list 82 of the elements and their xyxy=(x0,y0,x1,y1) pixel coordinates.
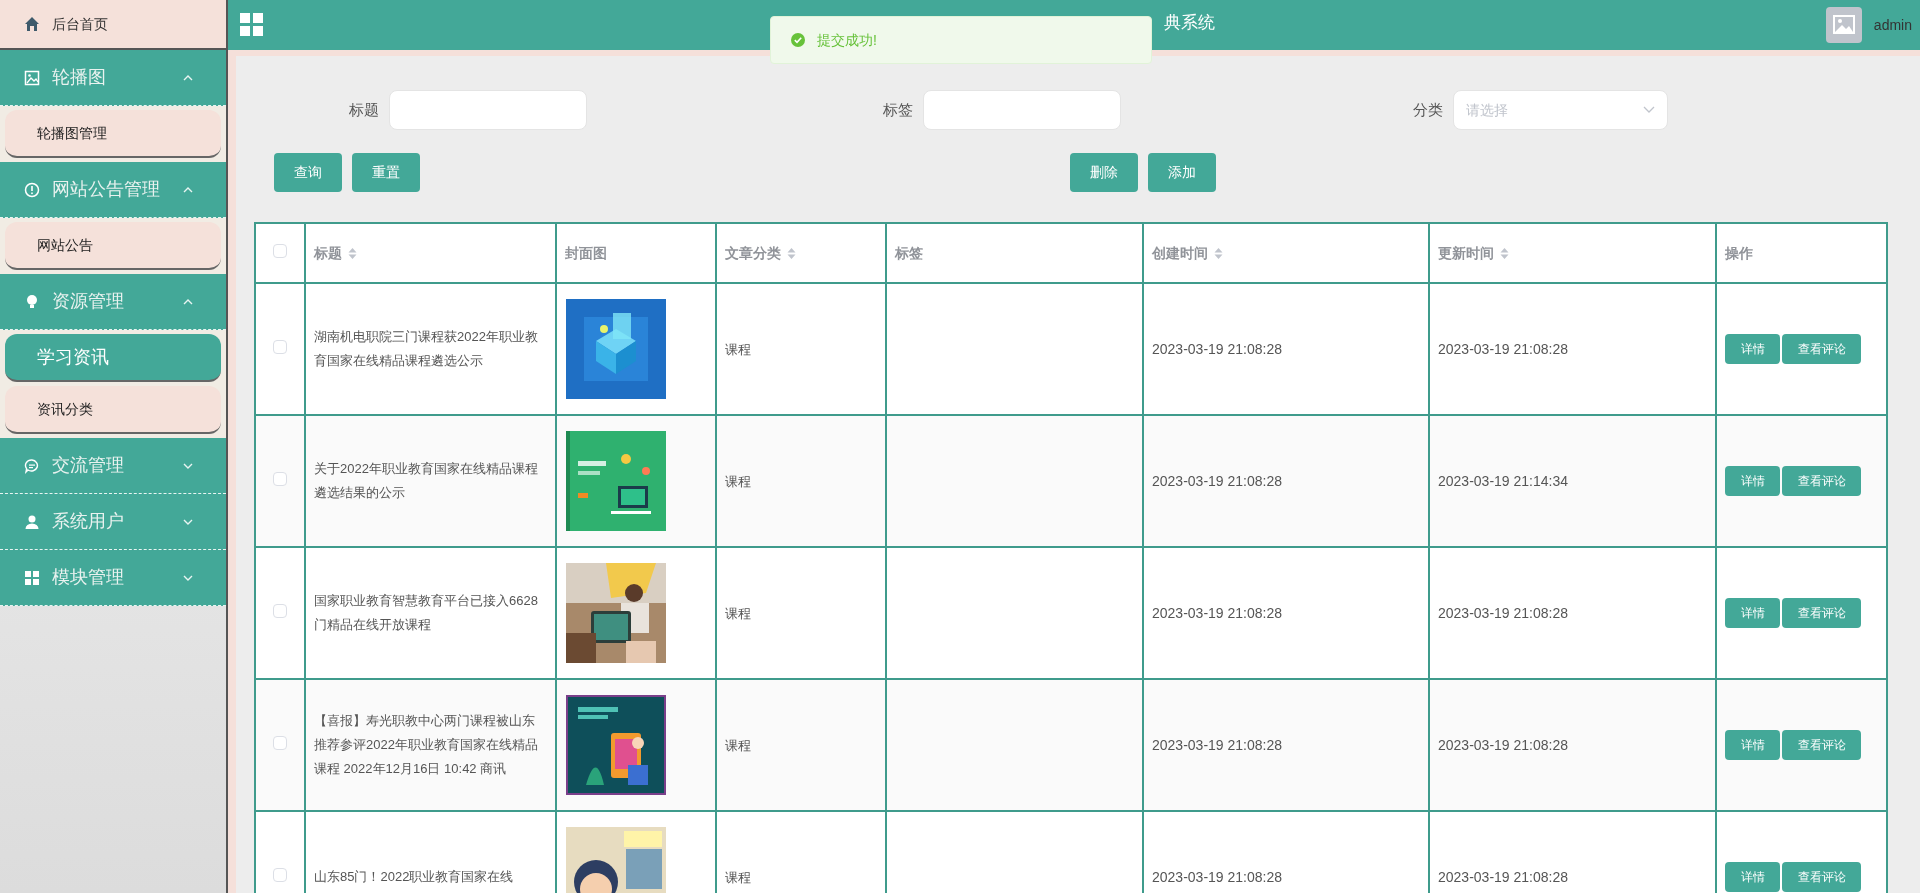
checkbox[interactable] xyxy=(273,604,287,618)
action-button[interactable]: 查看评论 xyxy=(1782,598,1861,628)
home-icon xyxy=(24,16,40,32)
menu-group[interactable]: 网站公告管理 xyxy=(0,162,226,218)
action-button[interactable]: 查看评论 xyxy=(1782,730,1861,760)
grid-icon[interactable] xyxy=(240,13,264,37)
user-icon xyxy=(24,513,40,530)
action-button[interactable]: 查询 xyxy=(274,152,342,192)
submenu-item[interactable]: 学习资讯 xyxy=(5,334,221,382)
app-title: 典系统 xyxy=(1164,12,1215,34)
table-cell: 2023-03-19 21:14:34 xyxy=(1438,473,1568,489)
table-cell: 课程 xyxy=(725,738,751,753)
sort-icon[interactable] xyxy=(1500,246,1509,260)
column-header: 标签 xyxy=(895,243,923,263)
menu-group[interactable]: 系统用户 xyxy=(0,494,226,550)
menu-item[interactable]: 后台首页 xyxy=(0,0,226,50)
table-cell: 2023-03-19 21:08:28 xyxy=(1152,737,1282,753)
checkbox[interactable] xyxy=(273,244,287,258)
table-cell: 2023-03-19 21:08:28 xyxy=(1152,473,1282,489)
table-cell: 2023-03-19 21:08:28 xyxy=(1438,869,1568,885)
table-cell: 2023-03-19 21:08:28 xyxy=(1438,737,1568,753)
chevron-down-icon xyxy=(1643,106,1656,114)
action-button[interactable]: 详情 xyxy=(1725,730,1780,760)
table-cell: 课程 xyxy=(725,606,751,621)
user-name[interactable]: admin xyxy=(1873,14,1912,36)
grid-icon xyxy=(24,569,40,586)
checkbox[interactable] xyxy=(273,472,287,486)
info-icon xyxy=(24,181,40,198)
table-cell: 课程 xyxy=(725,474,751,489)
field-label: 标签 xyxy=(881,99,913,120)
table-cell: 2023-03-19 21:08:28 xyxy=(1438,605,1568,621)
checkbox[interactable] xyxy=(273,340,287,354)
table-cell: 2023-03-19 21:08:28 xyxy=(1152,869,1282,885)
action-button[interactable]: 详情 xyxy=(1725,466,1780,496)
input-field[interactable] xyxy=(922,90,1121,130)
column-header[interactable]: 更新时间 xyxy=(1438,242,1494,264)
field-label: 标题 xyxy=(348,99,379,120)
table-cell-text: 国家职业教育智慧教育平台已接入6628门精品在线开放课程 xyxy=(314,592,539,634)
chat-icon xyxy=(24,457,40,474)
action-button[interactable]: 查看评论 xyxy=(1782,862,1861,892)
checkbox[interactable] xyxy=(273,868,287,882)
table-cell-text: 山东85门！2022职业教育国家在线 xyxy=(314,868,515,886)
sort-icon[interactable] xyxy=(1214,246,1223,260)
menu-group[interactable]: 轮播图 xyxy=(0,50,226,106)
column-header: 封面图 xyxy=(565,243,607,263)
table-cell-text: 湖南机电职院三门课程获2022年职业教育国家在线精品课程遴选公示 xyxy=(314,328,539,370)
image-icon xyxy=(24,69,40,86)
action-button[interactable]: 详情 xyxy=(1725,598,1780,628)
menu-group[interactable]: 交流管理 xyxy=(0,438,226,494)
menu-group[interactable]: 模块管理 xyxy=(0,550,226,606)
table-cell: 2023-03-19 21:08:28 xyxy=(1152,605,1282,621)
action-button[interactable]: 查看评论 xyxy=(1782,334,1861,364)
column-header: 操作 xyxy=(1725,243,1753,263)
table-cell: 课程 xyxy=(725,870,751,885)
input-field[interactable] xyxy=(389,90,587,130)
action-button[interactable]: 详情 xyxy=(1725,862,1780,892)
checkbox[interactable] xyxy=(273,736,287,750)
success-icon xyxy=(791,33,805,47)
category-select[interactable]: 请选择 xyxy=(1453,90,1669,130)
column-header[interactable]: 标题 xyxy=(314,242,342,264)
table-cell-text: 【喜报】寿光职教中心两门课程被山东推荐参评2022年职业教育国家在线精品课程 2022年12月16日 10:42 商讯 xyxy=(314,712,539,778)
sort-icon[interactable] xyxy=(348,246,357,260)
bulb-icon xyxy=(24,293,40,310)
table-cell-text: 关于2022年职业教育国家在线精品课程遴选结果的公示 xyxy=(314,460,539,502)
action-button[interactable]: 查看评论 xyxy=(1782,466,1861,496)
menu-group[interactable]: 资源管理 xyxy=(0,274,226,330)
avatar-image-icon[interactable] xyxy=(1825,7,1862,43)
action-button[interactable]: 删除 xyxy=(1070,152,1138,192)
table-cell: 2023-03-19 21:08:28 xyxy=(1152,341,1282,357)
action-button[interactable]: 添加 xyxy=(1148,152,1216,192)
column-header[interactable]: 文章分类 xyxy=(725,242,781,264)
action-button[interactable]: 重置 xyxy=(352,152,420,192)
field-label: 分类 xyxy=(1412,99,1444,120)
table-cell: 课程 xyxy=(725,342,751,357)
submenu-item[interactable]: 资讯分类 xyxy=(5,386,221,434)
submenu-item[interactable]: 网站公告 xyxy=(5,222,221,270)
submenu-item[interactable]: 轮播图管理 xyxy=(5,110,221,158)
column-header[interactable]: 创建时间 xyxy=(1152,242,1208,264)
toast-message: 提交成功! xyxy=(817,30,877,50)
sort-icon[interactable] xyxy=(787,246,796,260)
action-button[interactable]: 详情 xyxy=(1725,334,1780,364)
table-cell: 2023-03-19 21:08:28 xyxy=(1438,341,1568,357)
